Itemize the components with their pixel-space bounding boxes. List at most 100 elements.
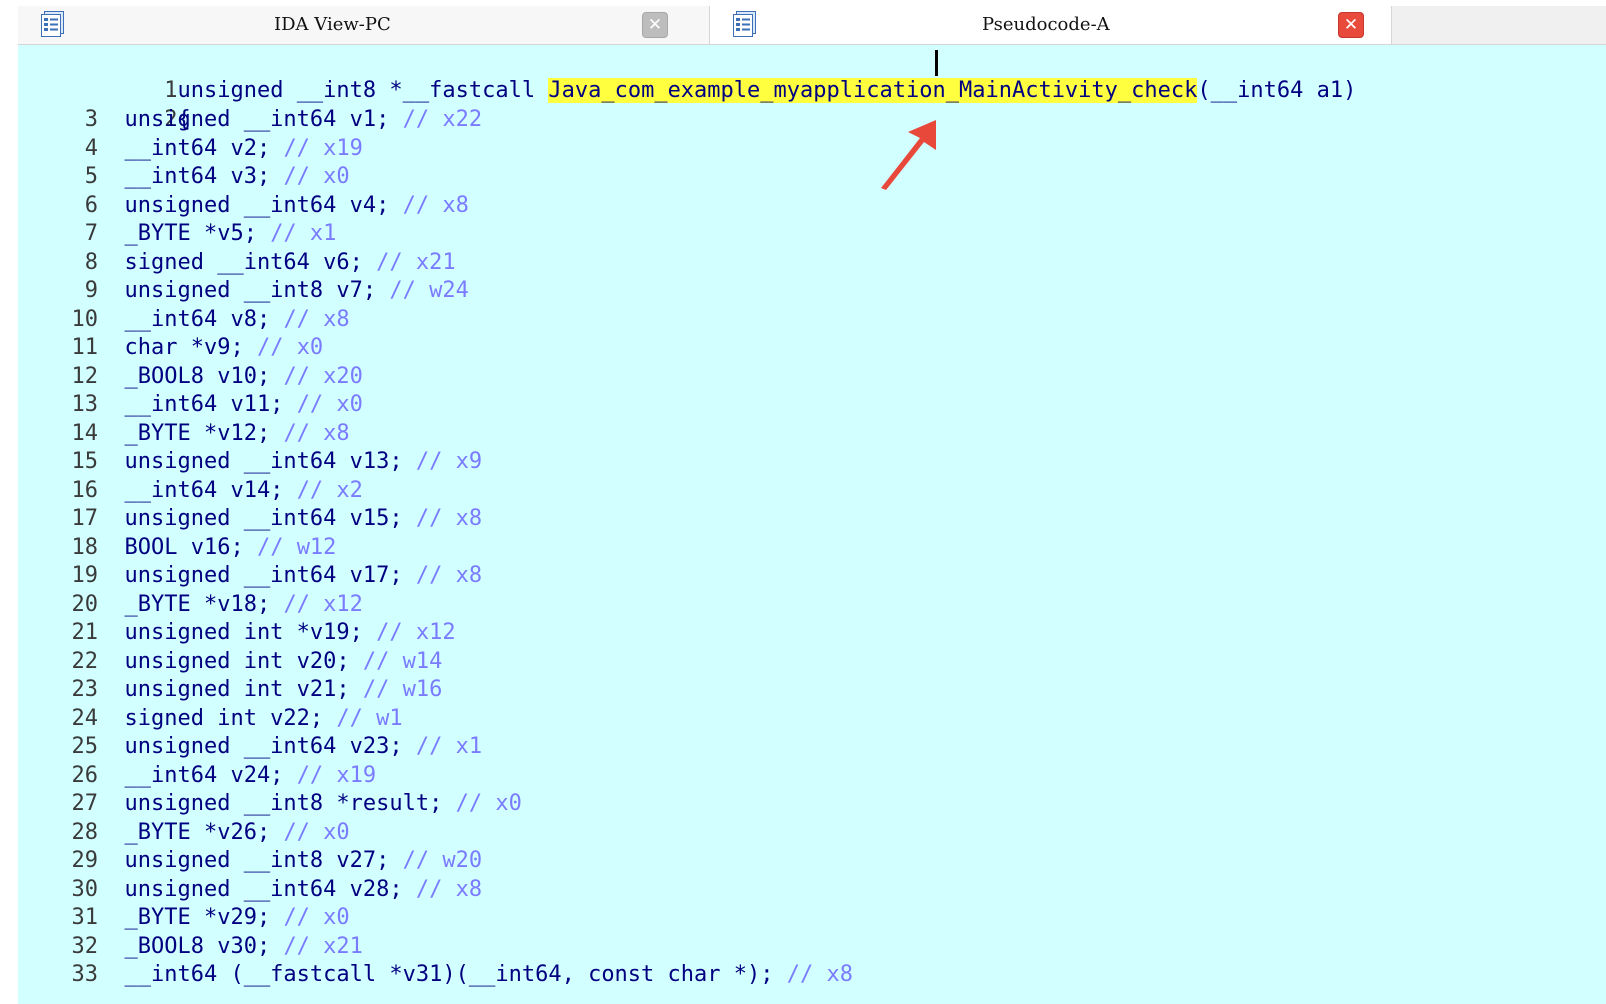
line-number: 7 bbox=[84, 221, 98, 246]
code-line[interactable]: 12 _BOOL8 v10; // x20 bbox=[18, 363, 363, 391]
code-comment: // x1 bbox=[415, 734, 483, 759]
code-text: unsigned __int64 v15; bbox=[98, 506, 416, 531]
line-number: 28 bbox=[71, 819, 99, 845]
code-line[interactable]: 4 __int64 v2; // x19 bbox=[18, 135, 363, 163]
line-number: 33 bbox=[71, 962, 99, 987]
line-number: 25 bbox=[71, 734, 99, 759]
code-line[interactable]: 5 __int64 v3; // x0 bbox=[18, 163, 350, 191]
code-line[interactable]: 8 signed __int64 v6; // x21 bbox=[18, 249, 456, 277]
code-text: (__int64 a1) bbox=[1197, 78, 1357, 103]
code-comment: // x19 bbox=[296, 762, 377, 788]
code-text: unsigned __int8 *__fastcall bbox=[177, 78, 549, 103]
code-comment: // x22 bbox=[402, 107, 483, 132]
code-line[interactable]: 28 _BYTE *v26; // x0 bbox=[18, 819, 350, 847]
code-line[interactable]: 18 BOOL v16; // w12 bbox=[18, 534, 337, 562]
line-number: 14 bbox=[71, 420, 99, 446]
code-comment: // w12 bbox=[256, 534, 337, 560]
code-line[interactable]: 13 __int64 v11; // x0 bbox=[18, 391, 363, 419]
text-cursor bbox=[935, 50, 938, 76]
code-text: unsigned int *v19; bbox=[98, 620, 377, 645]
line-number: 29 bbox=[71, 848, 99, 873]
line-number: 6 bbox=[84, 192, 98, 218]
code-line[interactable]: 10 __int64 v8; // x8 bbox=[18, 306, 350, 334]
code-line[interactable]: 9 unsigned __int8 v7; // w24 bbox=[18, 277, 469, 305]
code-line[interactable]: 31 _BYTE *v29; // x0 bbox=[18, 904, 350, 932]
code-line[interactable]: 1unsigned __int8 *__fastcall Java_com_ex… bbox=[18, 49, 1356, 103]
tab-ida-view-pc[interactable]: IDA View-PC ✕ bbox=[18, 6, 710, 44]
tab-label: Pseudocode-A bbox=[982, 14, 1110, 35]
code-text: _BYTE *v29; bbox=[98, 905, 284, 930]
code-text: signed int v22; bbox=[98, 705, 337, 731]
code-line[interactable]: 17 unsigned __int64 v15; // x8 bbox=[18, 505, 483, 533]
line-number: 21 bbox=[71, 620, 99, 645]
code-line[interactable]: 19 unsigned __int64 v17; // x8 bbox=[18, 562, 483, 590]
line-number: 9 bbox=[84, 278, 98, 303]
code-line[interactable]: 22 unsigned int v20; // w14 bbox=[18, 648, 443, 676]
code-text: unsigned __int64 v1; bbox=[98, 107, 403, 132]
code-comment: // w16 bbox=[362, 677, 443, 702]
line-number: 8 bbox=[84, 249, 98, 275]
code-comment: // x1 bbox=[270, 221, 337, 246]
line-number: 26 bbox=[71, 762, 99, 788]
code-line[interactable]: 2{ bbox=[18, 78, 191, 132]
code-comment: // x0 bbox=[283, 905, 350, 930]
code-line[interactable]: 33 __int64 (__fastcall *v31)(__int64, co… bbox=[18, 961, 853, 989]
code-line[interactable]: 7 _BYTE *v5; // x1 bbox=[18, 220, 337, 248]
code-line[interactable]: 30 unsigned __int64 v28; // x8 bbox=[18, 876, 483, 904]
code-text: __int64 v2; bbox=[98, 135, 284, 161]
code-comment: // x0 bbox=[283, 164, 350, 189]
code-line[interactable]: 27 unsigned __int8 *result; // x0 bbox=[18, 790, 522, 818]
line-number: 19 bbox=[71, 563, 99, 588]
code-line[interactable]: 16 __int64 v14; // x2 bbox=[18, 477, 363, 505]
line-number: 32 bbox=[71, 933, 99, 959]
line-number: 3 bbox=[84, 107, 98, 132]
close-icon[interactable]: ✕ bbox=[1338, 12, 1364, 38]
code-comment: // x0 bbox=[296, 392, 363, 417]
code-comment: // x8 bbox=[283, 306, 350, 332]
pseudocode-view[interactable]: 1unsigned __int8 *__fastcall Java_com_ex… bbox=[18, 45, 1606, 1004]
tab-bar: IDA View-PC ✕ Pseudocode-A ✕ bbox=[18, 6, 1606, 45]
code-comment: // x12 bbox=[376, 620, 456, 645]
line-number: 20 bbox=[71, 591, 99, 617]
code-line[interactable]: 21 unsigned int *v19; // x12 bbox=[18, 619, 456, 647]
code-comment: // x8 bbox=[786, 962, 853, 987]
code-comment: // w14 bbox=[362, 648, 443, 674]
code-text: __int64 v11; bbox=[98, 392, 297, 417]
code-line[interactable]: 20 _BYTE *v18; // x12 bbox=[18, 591, 363, 619]
line-number: 10 bbox=[71, 306, 99, 332]
code-text: __int64 (__fastcall *v31)(__int64, const… bbox=[98, 962, 787, 987]
code-text: unsigned __int8 *result; bbox=[98, 791, 456, 816]
document-list-icon bbox=[733, 11, 757, 37]
code-comment: // w24 bbox=[389, 278, 469, 303]
code-comment: // x8 bbox=[402, 192, 469, 218]
code-line[interactable]: 26 __int64 v24; // x19 bbox=[18, 762, 377, 790]
line-number: 23 bbox=[71, 677, 99, 702]
code-comment: // x8 bbox=[415, 876, 483, 902]
code-line[interactable]: 32 _BOOL8 v30; // x21 bbox=[18, 933, 363, 961]
code-line[interactable]: 6 unsigned __int64 v4; // x8 bbox=[18, 192, 469, 220]
code-text: unsigned int v20; bbox=[98, 648, 363, 674]
function-signature: unsigned __int8 *__fastcall Java_com_exa… bbox=[177, 78, 1356, 103]
code-comment: // x21 bbox=[283, 933, 363, 959]
code-line[interactable]: 3 unsigned __int64 v1; // x22 bbox=[18, 106, 482, 134]
line-number: 31 bbox=[71, 905, 99, 930]
code-line[interactable]: 29 unsigned __int8 v27; // w20 bbox=[18, 847, 483, 875]
close-icon[interactable]: ✕ bbox=[642, 12, 668, 38]
code-line[interactable]: 24 signed int v22; // w1 bbox=[18, 705, 403, 733]
code-comment: // x20 bbox=[283, 363, 363, 389]
code-comment: // x8 bbox=[283, 420, 350, 446]
highlighted-function-name[interactable]: Java_com_example_myapplication_MainActiv… bbox=[548, 78, 1198, 103]
code-text: unsigned int v21; bbox=[98, 677, 363, 702]
tab-pseudocode-a[interactable]: Pseudocode-A ✕ bbox=[710, 6, 1392, 44]
code-comment: // x0 bbox=[455, 791, 522, 816]
code-line[interactable]: 15 unsigned __int64 v13; // x9 bbox=[18, 448, 483, 476]
code-line[interactable]: 11 char *v9; // x0 bbox=[18, 334, 324, 362]
code-text: _BYTE *v26; bbox=[98, 819, 284, 845]
code-comment: // x19 bbox=[283, 135, 363, 161]
line-number: 18 bbox=[71, 534, 99, 560]
code-line[interactable]: 25 unsigned __int64 v23; // x1 bbox=[18, 733, 483, 761]
code-line[interactable]: 23 unsigned int v21; // w16 bbox=[18, 676, 443, 704]
line-number: 16 bbox=[71, 477, 99, 503]
code-text: _BOOL8 v30; bbox=[98, 933, 284, 959]
code-line[interactable]: 14 _BYTE *v12; // x8 bbox=[18, 420, 350, 448]
